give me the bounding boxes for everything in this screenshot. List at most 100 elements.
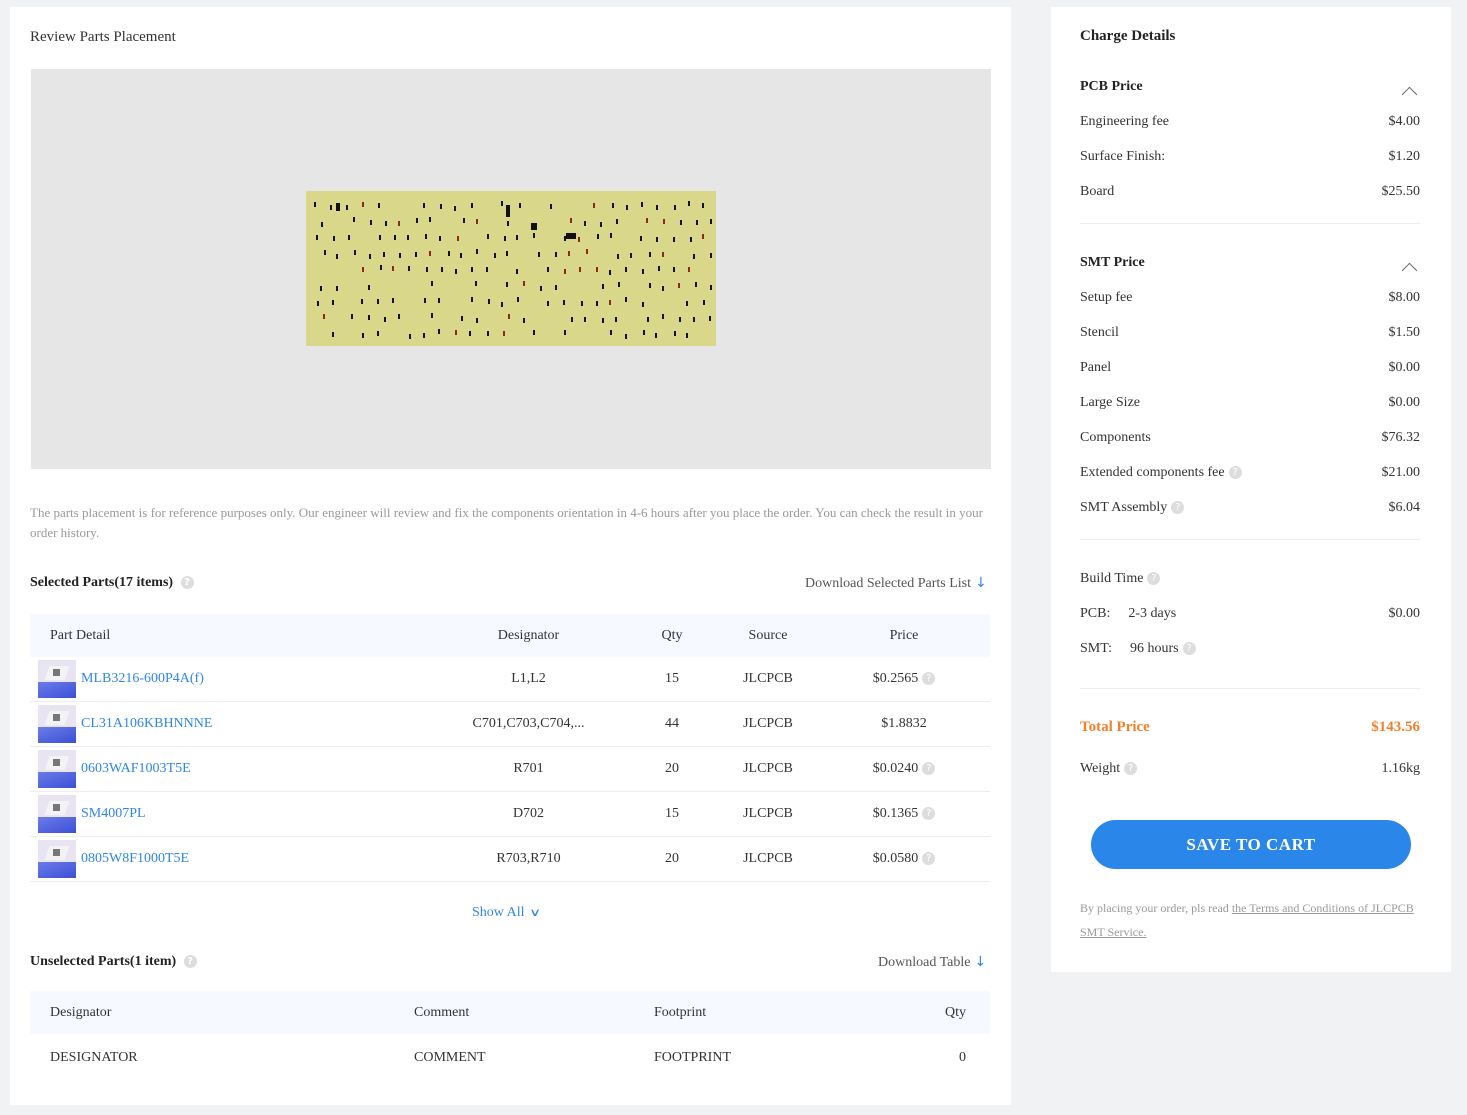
download-selected-label: Download Selected Parts List — [805, 576, 972, 591]
price-cell: $0.0580? — [819, 851, 989, 867]
fee-row: Extended components fee? $21.00 — [1080, 465, 1420, 481]
smt-build-time: 96 hours — [1129, 641, 1179, 656]
fee-row: Large Size $0.00 — [1080, 395, 1420, 411]
part-link[interactable]: 0805W8F1000T5E — [81, 851, 189, 867]
fee-value: $4.00 — [1388, 114, 1421, 129]
table-row: MLB3216-600P4A(f) L1,L2 15 JLCPCB $0.2565? — [30, 657, 990, 702]
download-table-link[interactable]: Download Table ↓ — [878, 954, 986, 971]
terms-prefix: By placing your order, pls read — [1080, 901, 1232, 915]
part-thumbnail[interactable] — [38, 840, 76, 878]
column-header: Qty — [945, 1004, 966, 1020]
price-value: $0.0580 — [872, 851, 919, 866]
total-price-label: Total Price — [1080, 719, 1150, 735]
fee-value: $1.50 — [1388, 325, 1421, 340]
help-icon[interactable]: ? — [1171, 501, 1185, 515]
price-value: $1.8832 — [881, 716, 927, 731]
fee-value: $76.32 — [1381, 430, 1421, 445]
fee-value: $1.20 — [1388, 149, 1421, 164]
fee-value: $8.00 — [1388, 290, 1421, 305]
qty-cell: 20 — [665, 761, 679, 776]
charge-details-panel: Charge Details PCB Price Engineering fee… — [1051, 7, 1451, 972]
weight-row: Weight? 1.16kg — [1080, 761, 1420, 777]
source-cell: JLCPCB — [743, 806, 793, 821]
divider — [1080, 688, 1420, 689]
pcb-build-value: $0.00 — [1388, 606, 1421, 621]
price-value: $0.2565 — [872, 671, 919, 686]
divider — [1080, 223, 1420, 224]
column-header: Part Detail — [50, 627, 111, 643]
column-header: Designator — [497, 627, 560, 643]
fee-row: Components $76.32 — [1080, 430, 1420, 446]
part-thumbnail[interactable] — [38, 660, 76, 698]
source-cell: JLCPCB — [743, 716, 793, 731]
total-price-value: $143.56 — [1371, 719, 1420, 735]
help-icon[interactable]: ? — [922, 672, 936, 686]
part-detail-cell: MLB3216-600P4A(f) — [30, 660, 430, 698]
pcb-build-time: 2-3 days — [1128, 606, 1177, 621]
smt-price-heading: SMT Price — [1080, 255, 1145, 270]
part-detail-cell: 0805W8F1000T5E — [30, 840, 430, 878]
column-header: Comment — [414, 1004, 470, 1020]
help-icon[interactable]: ? — [1147, 572, 1161, 586]
designator-cell: DESIGNATOR — [50, 1050, 138, 1065]
download-selected-parts-link[interactable]: Download Selected Parts List ↓ — [805, 575, 987, 592]
part-thumbnail[interactable] — [38, 705, 76, 743]
footprint-cell: FOOTPRINT — [654, 1050, 732, 1065]
download-table-label: Download Table — [878, 955, 971, 970]
part-thumbnail[interactable] — [38, 750, 76, 788]
part-link[interactable]: 0603WAF1003T5E — [81, 761, 191, 777]
table-row: CL31A106KBHNNNE C701,C703,C704,... 44 JLCPC… — [30, 702, 990, 747]
part-link[interactable]: CL31A106KBHNNNE — [81, 716, 212, 732]
placement-preview[interactable] — [31, 69, 991, 469]
qty-cell: 15 — [665, 671, 679, 686]
designator-cell: C701,C703,C704,... — [472, 716, 585, 731]
fee-value: $6.04 — [1388, 500, 1421, 515]
show-all-button[interactable]: Show All ∨ — [472, 905, 541, 921]
help-icon[interactable]: ? — [1124, 762, 1138, 776]
show-all-label: Show All — [472, 905, 525, 920]
pcb-board-image — [306, 191, 716, 346]
designator-cell: D702 — [512, 806, 545, 821]
help-icon[interactable]: ? — [922, 762, 936, 776]
table-header: Designator Comment Footprint Qty — [30, 991, 990, 1034]
help-icon[interactable]: ? — [1182, 642, 1196, 656]
placement-note: The parts placement is for reference pur… — [30, 505, 983, 540]
download-icon: ↓ — [974, 954, 987, 970]
help-icon[interactable]: ? — [180, 576, 194, 590]
fee-value: $0.00 — [1388, 395, 1421, 410]
unselected-parts-table: Designator Comment Footprint Qty DESIGNA… — [30, 991, 990, 1082]
help-icon[interactable]: ? — [1228, 466, 1242, 480]
unselected-parts-title: Unselected Parts(1 item) — [30, 954, 177, 969]
part-thumbnail[interactable] — [38, 795, 76, 833]
table-row: 0805W8F1000T5E R703,R710 20 JLCPCB $0.0580? — [30, 837, 990, 882]
price-value: $0.1365 — [872, 806, 919, 821]
source-cell: JLCPCB — [743, 851, 793, 866]
designator-cell: R703,R710 — [496, 851, 561, 866]
source-cell: JLCPCB — [743, 671, 793, 686]
column-header: Designator — [50, 1004, 112, 1020]
help-icon[interactable]: ? — [183, 955, 197, 969]
designator-cell: L1,L2 — [511, 671, 546, 686]
fee-label: Board — [1080, 184, 1115, 199]
fee-label: Large Size — [1080, 395, 1140, 410]
review-title: Review Parts Placement — [30, 29, 176, 45]
part-link[interactable]: MLB3216-600P4A(f) — [81, 671, 204, 687]
price-cell: $0.1365? — [819, 806, 989, 822]
part-detail-cell: SM4007PL — [30, 795, 430, 833]
unselected-parts-heading: Unselected Parts(1 item) ? — [30, 954, 197, 970]
download-icon: ↓ — [975, 575, 987, 591]
column-header: Price — [889, 627, 919, 643]
save-to-cart-button[interactable]: SAVE TO CART — [1091, 820, 1411, 869]
help-icon[interactable]: ? — [922, 807, 936, 821]
collapse-pcb-icon[interactable] — [1402, 85, 1416, 99]
terms-notice: By placing your order, pls read the Term… — [1080, 896, 1425, 944]
fee-value: $0.00 — [1388, 360, 1421, 375]
fee-value: $25.50 — [1381, 184, 1421, 199]
fee-row: Panel $0.00 — [1080, 360, 1420, 376]
weight-value: 1.16kg — [1381, 761, 1421, 776]
collapse-smt-icon[interactable] — [1402, 261, 1416, 275]
help-icon[interactable]: ? — [922, 852, 936, 866]
part-link[interactable]: SM4007PL — [81, 806, 146, 822]
table-row: SM4007PL D702 15 JLCPCB $0.1365? — [30, 792, 990, 837]
fee-label: Stencil — [1080, 325, 1119, 340]
